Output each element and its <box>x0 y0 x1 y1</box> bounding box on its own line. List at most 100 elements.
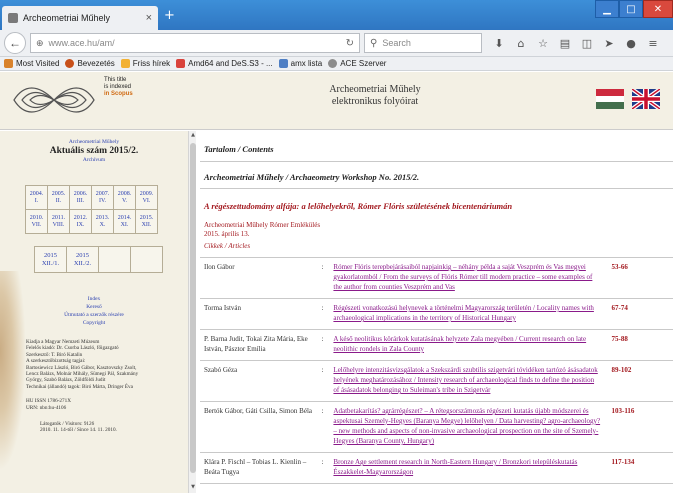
search-input[interactable]: ⚲ Search <box>364 33 482 53</box>
article-author: Klára P. Fischl – Tobias L. Kienlin – Be… <box>200 452 322 484</box>
publisher-info: Kiadja a Magyar Nemzeti Múzeum Felelős k… <box>26 339 139 390</box>
visitor-counter: Látogatók / Visitors: 9126 2010. 11. 14-… <box>40 421 117 434</box>
article-title-link[interactable]: Régészeti vonatkozású helynevek a történ… <box>333 298 602 330</box>
year-link[interactable]: 2013. X. <box>91 209 114 234</box>
year-link[interactable]: 2012. IX. <box>69 209 92 234</box>
bookmark-item[interactable]: amx lista <box>278 59 322 68</box>
web-page: This title is indexed in Scopus Archeome… <box>0 72 673 493</box>
bookmarks-library-icon[interactable]: ▤ <box>554 37 576 50</box>
knot-logo-icon[interactable] <box>10 80 98 120</box>
article-title-link[interactable]: Adatbetakarítás? agrárrégészet? – A réte… <box>333 401 602 453</box>
bookmark-item[interactable]: Bevezetés <box>65 59 115 68</box>
year-link[interactable]: 2010. VII. <box>25 209 48 234</box>
search-icon: ⚲ <box>370 37 378 49</box>
tab-title: Archeometriai Műhely <box>23 13 111 23</box>
chat-icon[interactable]: ● <box>620 37 642 50</box>
year-link[interactable]: 2004. I. <box>25 185 48 210</box>
article-author: Szabó Géza <box>200 360 322 402</box>
main-content: Tartalom / Contents Archeometriai Műhely… <box>200 131 673 493</box>
table-row: P. Barna Judit, Tokai Zita Mária, Eke Is… <box>200 329 673 361</box>
index-link[interactable]: Index <box>0 295 188 303</box>
separator: : <box>321 401 334 453</box>
year-archive-grid: 2004. I. 2005. II. 2006. III. 2007. IV. 2008… <box>25 185 158 234</box>
year-link[interactable]: 2011. VIII. <box>47 209 70 234</box>
table-row: Torma István : Régészeti vonatkozású hel… <box>200 298 673 330</box>
bookmark-item[interactable]: Friss hírek <box>120 59 170 68</box>
sidebar-header: Archeometriai Műhely Aktuális szám 2015/… <box>0 139 188 163</box>
separator: : <box>321 258 334 299</box>
sculpture-image <box>0 271 26 471</box>
articles-table: Ilon Gábor : Rómer Flóris terepbejárásai… <box>200 258 673 484</box>
download-icon[interactable]: ⬇ <box>488 37 510 50</box>
year-link[interactable]: 2015. XII. <box>135 209 158 234</box>
issue-link[interactable]: 2015 XII./1. <box>34 246 67 273</box>
scroll-down-icon[interactable]: ▼ <box>189 484 197 492</box>
page-favicon-icon <box>8 13 18 23</box>
year-link[interactable]: 2014. XI. <box>113 209 136 234</box>
article-title-link[interactable]: Bronze Age settlement research in North-… <box>333 452 602 484</box>
scroll-up-icon[interactable]: ▲ <box>189 132 197 140</box>
address-bar[interactable]: ⊕ www.ace.hu/am/ ↻ <box>30 33 360 53</box>
bookmark-item[interactable]: Most Visited <box>4 59 59 68</box>
archive-link[interactable]: Archívum <box>0 157 188 163</box>
feature-subtitle: Archeometriai Műhely Rómer Emlékülés 201… <box>204 221 321 238</box>
journal-link[interactable]: Archeometriai Műhely <box>0 139 188 145</box>
copyright-link[interactable]: Copyright <box>0 319 188 327</box>
minimize-button[interactable]: ▁ <box>595 0 619 18</box>
close-window-button[interactable]: ✕ <box>643 0 673 18</box>
navigation-bar: ← ⊕ www.ace.hu/am/ ↻ ⚲ Search ⬇ ⌂ ☆ ▤ ◫ … <box>0 30 673 57</box>
bookmark-item[interactable]: ACE Szerver <box>328 59 386 68</box>
article-title-link[interactable]: Rómer Flóris terepbejárásaiból napjainki… <box>333 258 602 299</box>
bookmarks-bar: Most Visited Bevezetés Friss hírek Amd64… <box>0 57 673 71</box>
articles-section-label: Cikkek / Articles <box>200 238 673 258</box>
sidebar-links: Index Kereső Útmutató a szerzők részére … <box>0 295 188 327</box>
new-tab-button[interactable]: + <box>164 9 175 22</box>
home-icon[interactable]: ⌂ <box>510 37 532 50</box>
article-pages: 117-134 <box>601 452 673 484</box>
year-link[interactable]: 2008. V. <box>113 185 136 210</box>
menu-icon[interactable]: ≡ <box>642 37 664 50</box>
scopus-badge[interactable]: This title is indexed in Scopus <box>104 77 160 98</box>
issn-info: HU ISSN 1786-271X URN: nbn:hu-4106 <box>26 398 71 411</box>
pocket-icon[interactable]: ◫ <box>576 37 598 50</box>
year-link[interactable]: 2006. III. <box>69 185 92 210</box>
separator: : <box>321 298 334 330</box>
article-author: P. Barna Judit, Tokai Zita Mária, Eke Is… <box>200 329 322 361</box>
table-row: Klára P. Fischl – Tobias L. Kienlin – Be… <box>200 452 673 484</box>
window-controls: ▁ □ ✕ <box>595 0 673 18</box>
article-pages: 53-66 <box>601 258 673 299</box>
authors-guide-link[interactable]: Útmutató a szerzők részére <box>0 311 188 319</box>
year-link[interactable]: 2007. IV. <box>91 185 114 210</box>
hungarian-flag-icon[interactable] <box>596 89 624 109</box>
english-flag-icon[interactable] <box>632 89 660 109</box>
site-title: Archeometriai Műhely elektronikus folyói… <box>329 84 421 107</box>
separator: : <box>321 360 334 402</box>
reload-icon[interactable]: ↻ <box>346 38 354 49</box>
issue-empty-cell <box>98 246 131 273</box>
url-text[interactable]: www.ace.hu/am/ <box>49 38 342 48</box>
site-info-icon[interactable]: ⊕ <box>36 38 44 49</box>
table-row: Szabó Géza : Lelőhelyre intenzitásvizsgá… <box>200 360 673 402</box>
issue-link[interactable]: 2015 XII./2. <box>66 246 99 273</box>
toolbar-icons: ⬇ ⌂ ☆ ▤ ◫ ➤ ● ≡ <box>488 37 664 50</box>
rss-icon <box>120 59 130 68</box>
search-link[interactable]: Kereső <box>0 303 188 311</box>
bookmark-icon <box>176 59 186 68</box>
back-button[interactable]: ← <box>4 32 26 54</box>
current-issue-heading: Aktuális szám 2015/2. <box>49 146 139 156</box>
maximize-button[interactable]: □ <box>619 0 643 18</box>
send-icon[interactable]: ➤ <box>598 37 620 50</box>
browser-tab[interactable]: Archeometriai Műhely × <box>2 6 158 30</box>
bookmark-item[interactable]: Amd64 and DeS.S3 - ... <box>176 59 273 68</box>
scrollbar-thumb[interactable] <box>190 143 196 473</box>
year-link[interactable]: 2009. VI. <box>135 185 158 210</box>
article-title-link[interactable]: Lelőhelyre intenzitásvizsgálatok a Szeks… <box>333 360 602 402</box>
sidebar-scrollbar[interactable]: ▲ ▼ <box>188 131 196 493</box>
year-link[interactable]: 2005. II. <box>47 185 70 210</box>
bookmark-star-icon[interactable]: ☆ <box>532 37 554 50</box>
back-arrow-icon: ← <box>9 36 21 50</box>
tab-close-icon[interactable]: × <box>146 12 152 24</box>
article-pages: 103-116 <box>601 401 673 453</box>
issue-heading: Archeometriai Műhely / Archaeometry Work… <box>200 162 673 189</box>
article-title-link[interactable]: A késő neolitikus körárkok kutatásának h… <box>333 329 602 361</box>
